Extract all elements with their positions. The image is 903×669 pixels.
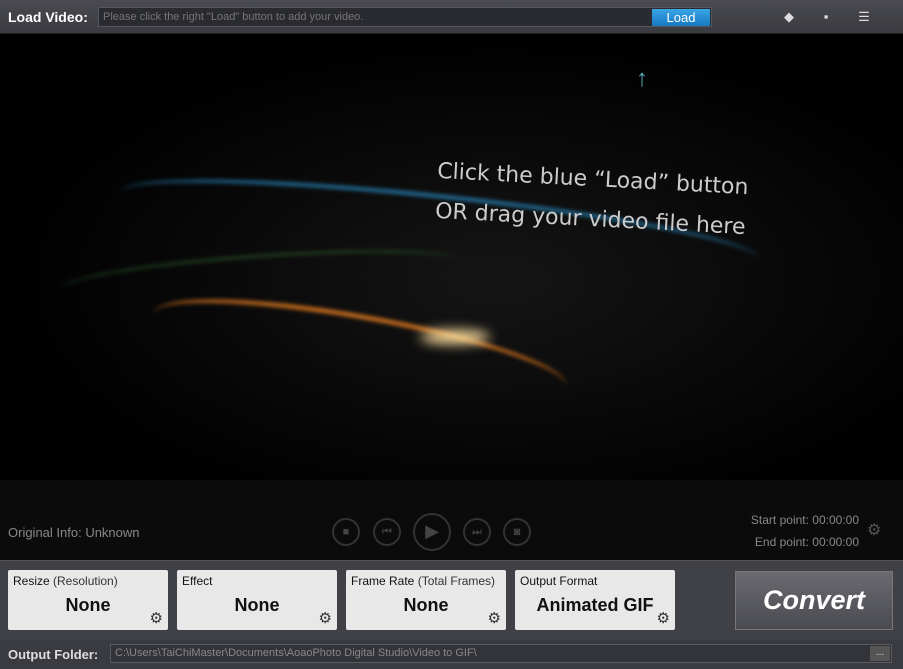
card-subtitle: (Total Frames): [414, 574, 496, 588]
tag-icon[interactable]: ◆: [781, 9, 797, 25]
previous-button[interactable]: ⏮: [373, 518, 401, 546]
card-value: None: [65, 595, 111, 615]
notes-icon[interactable]: ☰: [856, 9, 872, 25]
card-title: Output Format: [520, 574, 598, 588]
resize-card[interactable]: Resize (Resolution) None ⚙: [8, 570, 168, 630]
load-video-label: Load Video:: [8, 9, 88, 25]
drop-hint: Click the blue “Load” button OR drag you…: [434, 152, 749, 248]
output-format-card[interactable]: Output Format Animated GIF ⚙: [515, 570, 675, 630]
card-subtitle: (Resolution): [49, 574, 118, 588]
gear-icon[interactable]: ⚙: [319, 609, 332, 627]
card-title: Effect: [182, 574, 213, 588]
start-point: Start point: 00:00:00: [750, 513, 859, 527]
card-value: None: [234, 595, 280, 615]
card-value: Animated GIF: [536, 595, 654, 615]
output-folder-row: Output Folder: C:\Users\TaiChiMaster\Doc…: [0, 640, 903, 669]
effect-card[interactable]: Effect None ⚙: [177, 570, 337, 630]
arrow-up-icon: ↑: [636, 65, 648, 92]
card-value: None: [403, 595, 449, 615]
video-path-input[interactable]: [98, 7, 712, 27]
playback-bar: Original Info: Unknown ■ ⏮ ▶ ⏭ ◙ Start p…: [0, 480, 903, 560]
top-bar: Load Video: Load ◆ ▪ ☰: [0, 0, 903, 34]
output-folder-input[interactable]: C:\Users\TaiChiMaster\Documents\AoaoPhot…: [110, 644, 892, 663]
comment-icon[interactable]: ▪: [818, 9, 834, 25]
frame-rate-card[interactable]: Frame Rate (Total Frames) None ⚙: [346, 570, 506, 630]
load-button[interactable]: Load: [652, 9, 710, 26]
convert-button[interactable]: Convert: [735, 571, 893, 630]
stop-button[interactable]: ■: [332, 518, 360, 546]
original-info: Original Info: Unknown: [8, 525, 140, 540]
card-title: Resize: [13, 574, 50, 588]
card-title: Frame Rate: [351, 574, 415, 588]
video-preview-area[interactable]: ↑ Click the blue “Load” button OR drag y…: [0, 35, 903, 480]
output-folder-label: Output Folder:: [8, 647, 99, 662]
gear-icon[interactable]: ⚙: [867, 520, 881, 540]
browse-button[interactable]: ...: [870, 646, 890, 661]
snapshot-button[interactable]: ◙: [503, 518, 531, 546]
play-button[interactable]: ▶: [413, 513, 451, 551]
next-button[interactable]: ⏭: [463, 518, 491, 546]
gear-icon[interactable]: ⚙: [488, 609, 501, 627]
gear-icon[interactable]: ⚙: [657, 609, 670, 627]
gear-icon[interactable]: ⚙: [150, 609, 163, 627]
end-point: End point: 00:00:00: [754, 535, 859, 549]
